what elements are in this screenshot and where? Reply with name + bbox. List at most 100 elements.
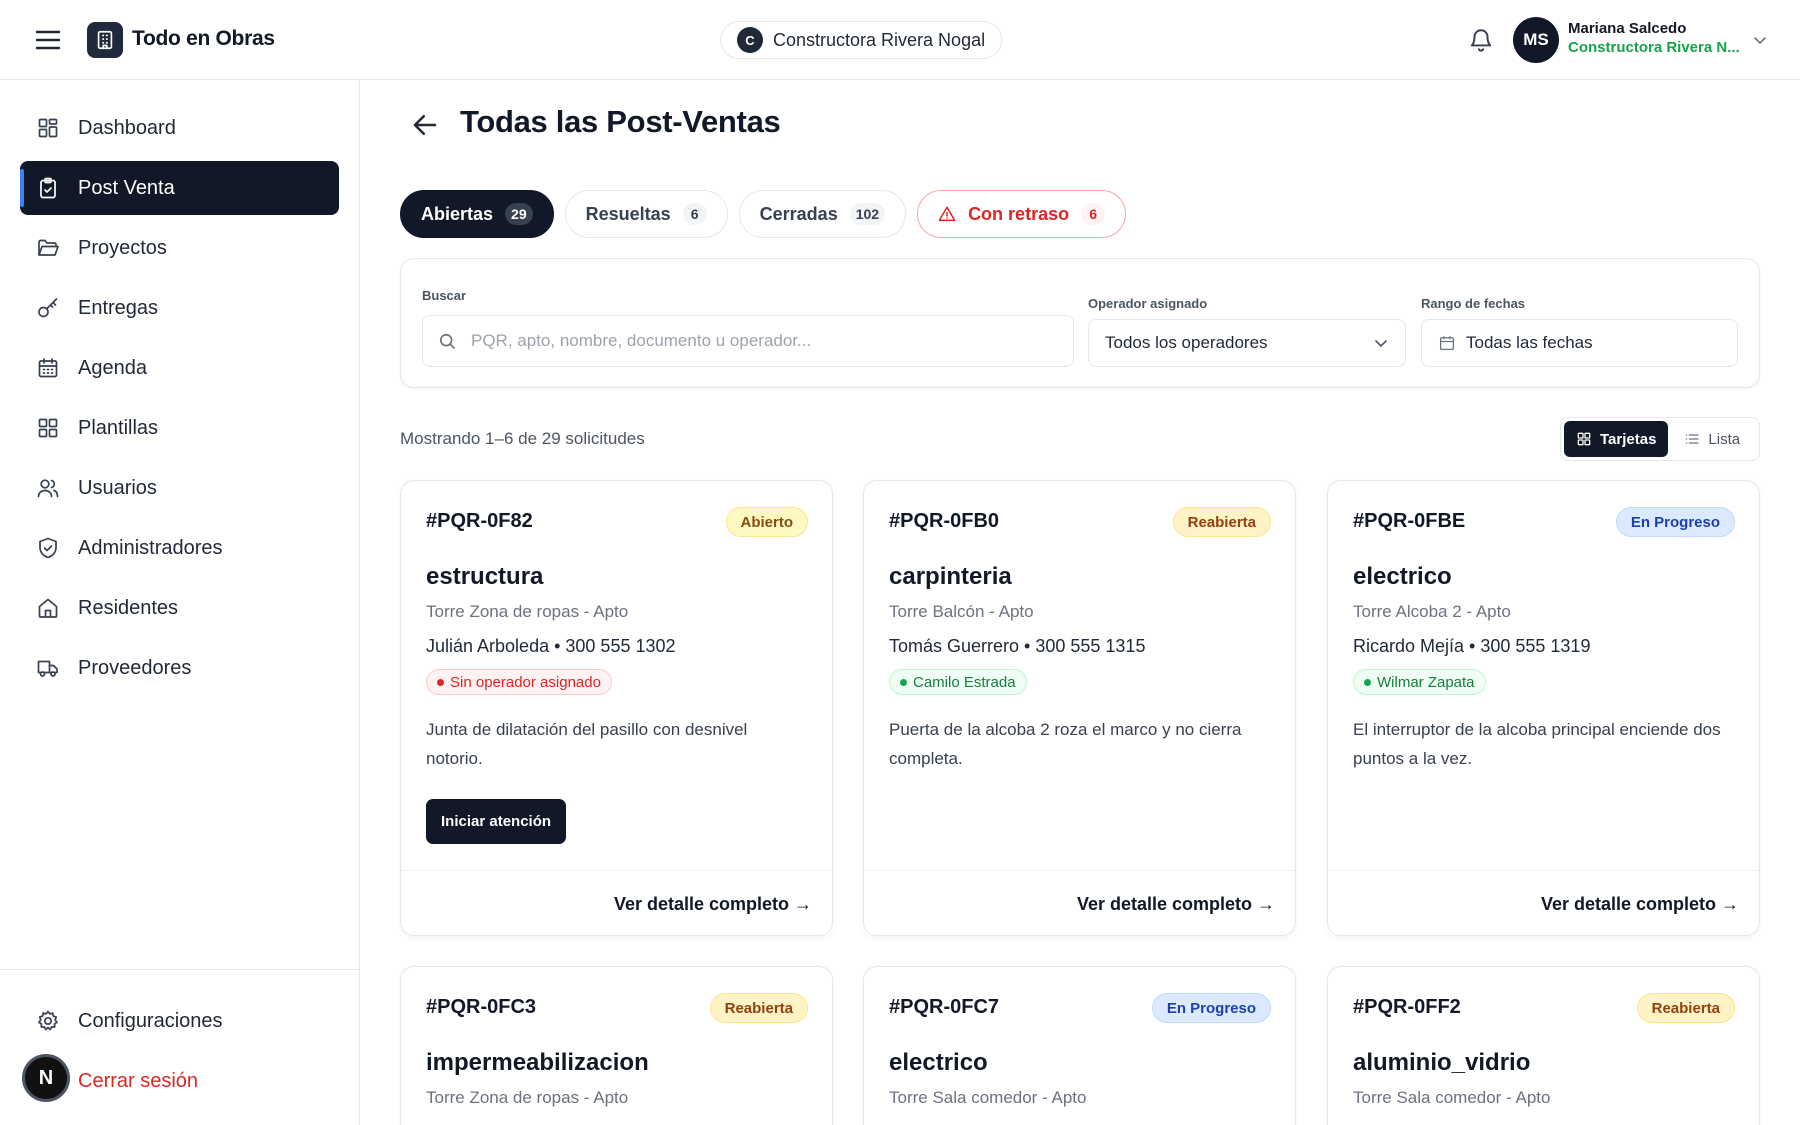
pqr-card[interactable]: #PQR-0FBE En Progreso electrico Torre Al… [1327, 480, 1760, 936]
template-icon [36, 416, 60, 440]
operator-badge: Sin operador asignado [426, 669, 612, 695]
tab-count: 6 [1081, 203, 1106, 225]
date-range-picker[interactable]: Todas las fechas [1421, 319, 1738, 367]
folder-open-icon [36, 236, 60, 260]
view-detail-link[interactable]: Ver detalle completo → [614, 894, 812, 915]
cards-view-button[interactable]: Tarjetas [1564, 421, 1669, 457]
sidebar-item-entregas[interactable]: Entregas [20, 281, 339, 335]
grid-icon [1576, 431, 1592, 447]
filters-panel: Buscar Operador asignado Todos los opera… [400, 258, 1760, 388]
bell-icon[interactable] [1468, 26, 1494, 54]
tab-con-retraso[interactable]: Con retraso 6 [917, 190, 1127, 238]
search-icon [437, 331, 457, 351]
pqr-code: #PQR-0FC3 [426, 996, 537, 1018]
status-badge: Reabierta [1636, 993, 1735, 1023]
status-tabs: Abiertas 29 Resueltas 6 Cerradas 102 Con… [400, 190, 1127, 238]
shield-check-icon [36, 536, 60, 560]
clipboard-check-icon [36, 176, 60, 200]
tab-resueltas[interactable]: Resueltas 6 [564, 190, 728, 238]
pqr-category: electrico [1353, 563, 1452, 590]
status-dot [900, 678, 907, 686]
sidebar-item-residentes[interactable]: Residentes [20, 581, 339, 635]
pqr-contact: Julián Arboleda • 300 555 1302 [426, 636, 676, 656]
sidebar-item-post-venta[interactable]: Post Venta [20, 161, 339, 215]
pqr-card[interactable]: #PQR-0FB0 Reabierta carpinteria Torre Ba… [863, 480, 1296, 936]
pqr-card[interactable]: #PQR-0FC3 Reabierta impermeabilizacion T… [400, 966, 833, 1125]
search-field[interactable] [422, 315, 1074, 367]
pqr-location: Torre Sala comedor - Apto [889, 1088, 1087, 1107]
date-range-label: Rango de fechas [1421, 296, 1526, 311]
sidebar: Dashboard Post Venta Proyectos Entregas Agen… [0, 80, 360, 1125]
sidebar-item-proyectos[interactable]: Proyectos [20, 221, 339, 275]
arrow-left-icon[interactable] [410, 110, 440, 140]
search-input[interactable] [471, 331, 1061, 351]
view-toggle: Tarjetas Lista [1560, 417, 1760, 461]
operator-name: Camilo Estrada [913, 673, 1016, 691]
tab-abiertas[interactable]: Abiertas 29 [400, 190, 554, 238]
sidebar-item-label: Entregas [78, 296, 159, 319]
pqr-code: #PQR-0FF2 [1353, 996, 1461, 1018]
sidebar-item-administradores[interactable]: Administradores [20, 521, 339, 575]
logout-label: Cerrar sesión [78, 1069, 199, 1092]
app-logo[interactable] [87, 22, 123, 58]
view-detail-link[interactable]: Ver detalle completo → [1077, 894, 1275, 915]
pqr-description: El interruptor de la alcoba principal en… [1353, 720, 1721, 768]
page-title: Todas las Post-Ventas [460, 104, 781, 139]
sidebar-item-proveedores[interactable]: Proveedores [20, 641, 339, 695]
dev-tools-badge[interactable]: N [22, 1054, 70, 1102]
pqr-card[interactable]: #PQR-0F82 Abierto estructura Torre Zona … [400, 480, 833, 936]
card-divider [401, 870, 832, 871]
sidebar-item-dashboard[interactable]: Dashboard [20, 101, 339, 155]
view-detail-link[interactable]: Ver detalle completo → [1541, 894, 1739, 915]
pqr-category: estructura [426, 563, 544, 590]
top-bar: Todo en Obras C Constructora Rivera Noga… [0, 0, 1800, 80]
menu-icon[interactable] [34, 27, 62, 53]
sidebar-item-label: Plantillas [78, 416, 159, 439]
calendar-icon [36, 356, 60, 380]
pqr-category: aluminio_vidrio [1353, 1049, 1531, 1076]
tab-count: 6 [682, 203, 707, 225]
status-badge: En Progreso [1615, 507, 1735, 537]
gear-icon [36, 1009, 60, 1033]
user-avatar[interactable]: MS [1513, 17, 1559, 63]
truck-icon [36, 656, 60, 680]
operator-name: Wilmar Zapata [1377, 673, 1475, 691]
status-dot [1364, 678, 1371, 686]
pqr-card[interactable]: #PQR-0FC7 En Progreso electrico Torre Sa… [863, 966, 1296, 1125]
key-icon [36, 296, 60, 320]
warning-icon [938, 205, 956, 223]
sidebar-item-label: Post Venta [78, 176, 175, 199]
tab-cerradas[interactable]: Cerradas 102 [738, 190, 907, 238]
sidebar-item-label: Administradores [78, 536, 223, 559]
operator-badge: Wilmar Zapata [1353, 669, 1486, 695]
list-view-button[interactable]: Lista [1672, 421, 1752, 457]
pqr-contact: Ricardo Mejía • 300 555 1319 [1353, 636, 1591, 656]
company-selector[interactable]: C Constructora Rivera Nogal [720, 21, 1003, 59]
date-range-value: Todas las fechas [1466, 333, 1593, 352]
app-title: Todo en Obras [132, 27, 275, 50]
sidebar-item-settings[interactable]: Configuraciones [20, 994, 339, 1048]
sidebar-item-label: Proveedores [78, 656, 192, 679]
status-dot [437, 678, 444, 686]
chevron-down-icon[interactable] [1752, 32, 1768, 48]
operator-select[interactable]: Todos los operadores [1088, 319, 1406, 367]
start-attention-button[interactable]: Iniciar atención [426, 799, 567, 844]
sidebar-item-label: Residentes [78, 596, 179, 619]
sidebar-item-plantillas[interactable]: Plantillas [20, 401, 339, 455]
sidebar-item-usuarios[interactable]: Usuarios [20, 461, 339, 515]
pqr-code: #PQR-0FB0 [889, 510, 1000, 532]
pqr-location: Torre Sala comedor - Apto [1353, 1088, 1551, 1107]
grid-icon [36, 116, 60, 140]
operator-name: Sin operador asignado [450, 673, 601, 691]
pqr-contact: Tomás Guerrero • 300 555 1315 [889, 636, 1146, 656]
pqr-card[interactable]: #PQR-0FF2 Reabierta aluminio_vidrio Torr… [1327, 966, 1760, 1125]
company-initial: C [737, 27, 763, 53]
status-badge: En Progreso [1151, 993, 1271, 1023]
users-icon [36, 476, 60, 500]
tab-count: 29 [505, 203, 533, 225]
chevron-down-icon [1373, 335, 1389, 351]
results-count: Mostrando 1–6 de 29 solicitudes [400, 429, 645, 448]
pqr-description: Puerta de la alcoba 2 roza el marco y no… [889, 720, 1242, 768]
sidebar-item-agenda[interactable]: Agenda [20, 341, 339, 395]
operator-value: Todos los operadores [1105, 333, 1268, 352]
